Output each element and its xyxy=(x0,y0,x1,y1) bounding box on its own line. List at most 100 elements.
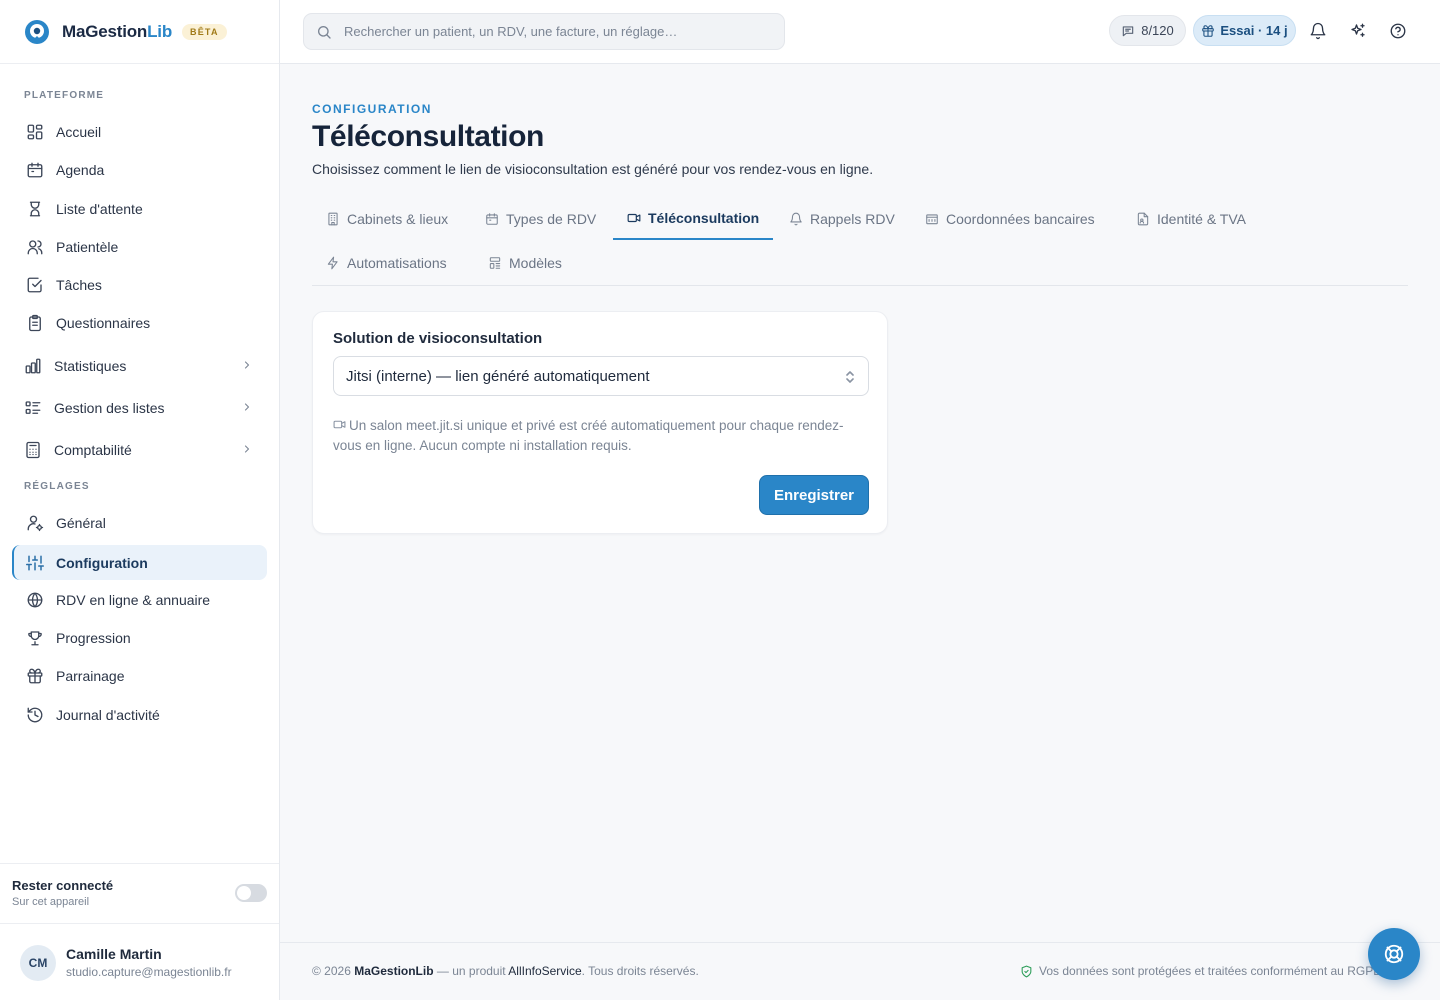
check-square-icon xyxy=(26,276,44,294)
sidebar-item-accueil[interactable]: Accueil xyxy=(12,114,267,149)
tab-label: Identité & TVA xyxy=(1157,211,1246,227)
sidebar-item-rdv-en-ligne[interactable]: RDV en ligne & annuaire xyxy=(12,582,267,617)
chevron-right-icon xyxy=(241,359,253,371)
calendar-icon xyxy=(485,212,499,226)
chevron-right-icon xyxy=(241,443,253,455)
tab-automatisations[interactable]: Automatisations xyxy=(312,242,461,284)
tab-label: Cabinets & lieux xyxy=(347,211,449,227)
sidebar-bottom: Rester connecté Sur cet appareil CM Cami… xyxy=(0,863,279,1000)
brand-name: MaGestionLib xyxy=(62,21,173,41)
user-profile[interactable]: CM Camille Martin studio.capture@magesti… xyxy=(0,924,279,1000)
footer-brand: MaGestionLib xyxy=(354,964,434,978)
stay-connected-subtitle: Sur cet appareil xyxy=(12,896,90,908)
history-icon xyxy=(26,706,44,724)
trial-label: Essai · 14 j xyxy=(1220,23,1288,38)
sidebar-item-general[interactable]: Général xyxy=(12,505,267,540)
tab-teleconsultation[interactable]: Téléconsultation xyxy=(613,198,774,240)
search-input[interactable] xyxy=(344,24,764,39)
globe-icon xyxy=(26,591,44,609)
save-button[interactable]: Enregistrer xyxy=(759,475,869,515)
footer-middle: — un produit xyxy=(433,964,509,978)
tab-label: Coordonnées bancaires xyxy=(946,211,1095,227)
footer-suffix: . Tous droits réservés. xyxy=(581,964,699,978)
sidebar-item-label: Parrainage xyxy=(56,667,125,684)
sliders-icon xyxy=(26,554,44,572)
section-label-platform: PLATEFORME xyxy=(24,90,105,101)
avatar: CM xyxy=(20,944,56,981)
message-counter-value: 8/120 xyxy=(1141,23,1174,38)
brand[interactable]: MaGestionLib BÊTA xyxy=(0,0,279,64)
sidebar-item-label: Comptabilité xyxy=(54,441,132,458)
support-button[interactable] xyxy=(1368,928,1420,980)
tab-label: Automatisations xyxy=(347,255,447,271)
sidebar-item-label: Patientèle xyxy=(56,238,119,255)
sidebar-item-taches[interactable]: Tâches xyxy=(12,267,267,302)
stay-connected: Rester connecté Sur cet appareil xyxy=(0,864,279,924)
visio-solution-value: Jitsi (interne) — lien généré automatiqu… xyxy=(346,367,650,385)
page-title: Téléconsultation xyxy=(312,120,544,153)
calculator-icon xyxy=(24,441,42,459)
sidebar-item-statistiques[interactable]: Statistiques xyxy=(12,348,267,383)
tab-label: Rappels RDV xyxy=(810,211,895,227)
sidebar-item-label: Général xyxy=(56,514,106,531)
clipboard-icon xyxy=(26,314,44,332)
message-counter[interactable]: 8/120 xyxy=(1109,15,1186,46)
config-tabs: Cabinets & lieux Types de RDV Téléconsul… xyxy=(312,198,1408,286)
footer-copyright: © 2026 MaGestionLib — un produit AllInfo… xyxy=(312,964,699,978)
footer-privacy: Vos données sont protégées et traitées c… xyxy=(1020,964,1420,978)
sidebar-item-gestion-listes[interactable]: Gestion des listes xyxy=(12,390,267,425)
footer: © 2026 MaGestionLib — un produit AllInfo… xyxy=(280,942,1440,1000)
sidebar-item-journal[interactable]: Journal d'activité xyxy=(12,697,267,732)
message-icon xyxy=(1121,24,1135,38)
bell-icon[interactable] xyxy=(1309,22,1327,40)
bar-chart-icon xyxy=(24,357,42,375)
sidebar-item-liste-attente[interactable]: Liste d'attente xyxy=(12,191,267,226)
brand-logo-icon xyxy=(25,19,49,44)
visio-settings-card: Solution de visioconsultation Jitsi (int… xyxy=(312,311,888,534)
tab-label: Téléconsultation xyxy=(648,210,760,226)
tab-cabinets[interactable]: Cabinets & lieux xyxy=(312,198,462,240)
sidebar-item-label: Statistiques xyxy=(54,357,127,374)
sidebar-item-label: RDV en ligne & annuaire xyxy=(56,591,211,608)
tab-label: Modèles xyxy=(509,255,562,271)
list-icon xyxy=(24,399,42,417)
sidebar-item-parrainage[interactable]: Parrainage xyxy=(12,658,267,693)
tab-coordonnees-bancaires[interactable]: Coordonnées bancaires xyxy=(911,198,1109,240)
sidebar-item-comptabilite[interactable]: Comptabilité xyxy=(12,432,267,467)
trial-badge[interactable]: Essai · 14 j xyxy=(1193,15,1296,46)
tab-rappels-rdv[interactable]: Rappels RDV xyxy=(775,198,909,240)
help-circle-icon[interactable] xyxy=(1389,22,1407,40)
stay-connected-toggle[interactable] xyxy=(235,884,267,902)
sparkles-icon[interactable] xyxy=(1349,22,1367,40)
footer-privacy-text: Vos données sont protégées et traitées c… xyxy=(1039,964,1386,978)
file-id-icon xyxy=(1136,212,1150,226)
video-icon xyxy=(333,418,346,431)
tab-types-rdv[interactable]: Types de RDV xyxy=(471,198,610,240)
sidebar-item-configuration[interactable]: Configuration xyxy=(12,545,267,580)
visio-solution-select[interactable]: Jitsi (interne) — lien généré automatiqu… xyxy=(333,356,869,396)
sidebar-item-label: Agenda xyxy=(56,161,105,178)
sidebar-item-label: Progression xyxy=(56,629,131,646)
sidebar-item-patientele[interactable]: Patientèle xyxy=(12,229,267,264)
sidebar-item-questionnaires[interactable]: Questionnaires xyxy=(12,305,267,340)
gift-icon xyxy=(1201,24,1215,38)
chevron-right-icon xyxy=(241,401,253,413)
sidebar-item-label: Liste d'attente xyxy=(56,200,143,217)
user-email: studio.capture@magestionlib.fr xyxy=(66,965,232,979)
topbar: 8/120 Essai · 14 j xyxy=(280,0,1440,64)
user-settings-icon xyxy=(26,514,44,532)
page-eyebrow: CONFIGURATION xyxy=(312,102,432,116)
sidebar: MaGestionLib BÊTA PLATEFORME Accueil Age… xyxy=(0,0,280,1000)
beta-badge: BÊTA xyxy=(182,23,227,40)
tab-modeles[interactable]: Modèles xyxy=(474,242,576,284)
footer-company-link[interactable]: AllInfoService xyxy=(508,964,581,978)
sidebar-item-progression[interactable]: Progression xyxy=(12,620,267,655)
sidebar-item-agenda[interactable]: Agenda xyxy=(12,152,267,187)
sidebar-item-label: Tâches xyxy=(56,276,102,293)
lifebuoy-icon xyxy=(1383,943,1405,965)
tab-identite-tva[interactable]: Identité & TVA xyxy=(1122,198,1260,240)
select-updown-icon xyxy=(844,369,856,385)
search-bar[interactable] xyxy=(303,13,785,50)
shield-icon xyxy=(1020,965,1033,978)
footer-prefix: © 2026 xyxy=(312,964,355,978)
